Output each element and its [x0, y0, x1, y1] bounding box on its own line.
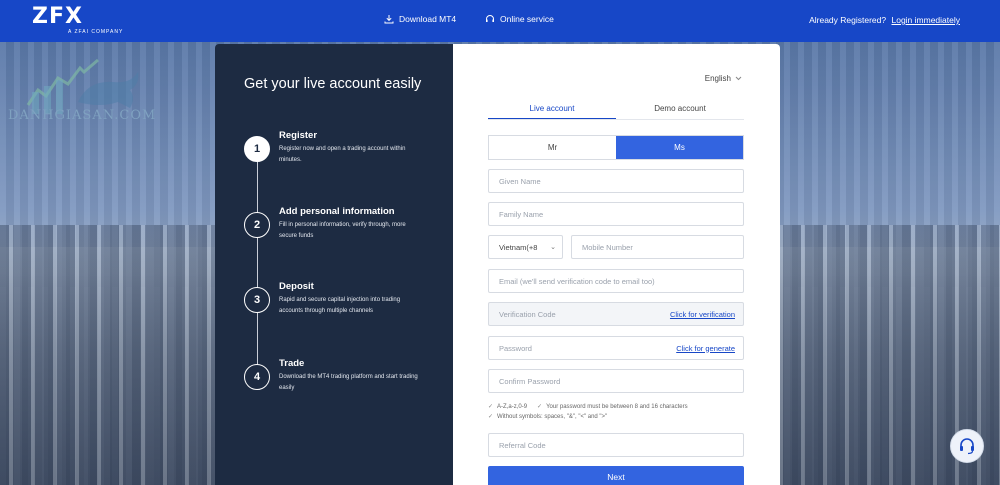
logo-mark: ZFX — [32, 4, 83, 29]
salutation-toggle: Mr Ms — [488, 135, 744, 160]
verification-code-field[interactable]: Verification Code Click for verification — [488, 302, 744, 326]
steps-heading: Get your live account easily — [244, 76, 422, 92]
hint-symbols: ✓ Without symbols: spaces, "&", "<" and "… — [488, 412, 607, 422]
tab-live-account[interactable]: Live account — [488, 102, 616, 119]
family-name-field[interactable]: Family Name — [488, 202, 744, 226]
registration-form-panel: English Live account Demo account Mr Ms … — [453, 44, 780, 485]
salutation-mr-option[interactable]: Mr — [489, 136, 616, 159]
given-name-placeholder: Given Name — [499, 176, 541, 186]
step-number: 4 — [244, 364, 270, 390]
country-code-value: Vietnam(+8 — [499, 242, 538, 252]
mobile-number-placeholder: Mobile Number — [582, 242, 633, 252]
chevron-down-icon: ⌄ — [550, 244, 556, 251]
email-field[interactable]: Email (we'll send verification code to e… — [488, 269, 744, 293]
step-description: Download the MT4 trading platform and st… — [279, 374, 418, 391]
family-name-placeholder: Family Name — [499, 209, 544, 219]
referral-code-field[interactable]: Referral Code — [488, 433, 744, 457]
step-title: Add personal information — [279, 206, 395, 217]
step-title: Trade — [279, 358, 305, 369]
tab-demo-account[interactable]: Demo account — [616, 102, 744, 119]
chevron-down-icon — [735, 76, 742, 81]
step-number: 2 — [244, 212, 270, 238]
salutation-ms-option[interactable]: Ms — [616, 136, 743, 159]
hint-symbols-text: Without symbols: spaces, "&", "<" and ">… — [497, 414, 608, 420]
online-service-label: Online service — [500, 14, 554, 24]
password-hints: ✓ A-Z,a-z,0-9 ✓ Your password must be betw… — [488, 402, 748, 422]
step-description: Register now and open a trading account … — [279, 146, 406, 163]
password-placeholder: Password — [499, 343, 532, 353]
step-title: Register — [279, 130, 318, 141]
language-label: English — [704, 74, 731, 83]
check-icon: ✓ — [488, 404, 494, 410]
already-registered: Already Registered? Login immediately — [809, 15, 960, 25]
mobile-number-field[interactable]: Mobile Number — [571, 235, 744, 259]
support-chat-button[interactable] — [950, 429, 984, 463]
confirm-password-field[interactable]: Confirm Password — [488, 369, 744, 393]
hint-length: ✓ Your password must be between 8 and 16 … — [537, 402, 688, 412]
step-number: 3 — [244, 287, 270, 313]
click-for-verification-link[interactable]: Click for verification — [670, 310, 735, 319]
step-number: 1 — [244, 136, 270, 162]
check-icon: ✓ — [537, 404, 543, 410]
logo-subtitle: A ZFAI COMPANY — [68, 29, 124, 35]
download-icon — [384, 15, 394, 24]
online-service-link[interactable]: Online service — [485, 14, 554, 24]
confirm-password-placeholder: Confirm Password — [499, 376, 561, 386]
headset-icon — [960, 438, 974, 455]
click-for-generate-link[interactable]: Click for generate — [676, 344, 735, 353]
verification-code-placeholder: Verification Code — [499, 309, 556, 319]
steps-connector-line — [257, 146, 258, 378]
download-mt4-label: Download MT4 — [399, 14, 457, 24]
steps-panel: Get your live account easily 1 Register … — [215, 44, 453, 485]
hint-charset-text: A-Z,a-z,0-9 — [497, 404, 528, 410]
next-button[interactable]: Next — [488, 466, 744, 485]
top-navigation-bar: ZFX A ZFAI COMPANY Download MT4 Online s… — [0, 0, 1000, 42]
hint-length-text: Your password must be between 8 and 16 c… — [546, 404, 688, 410]
given-name-field[interactable]: Given Name — [488, 169, 744, 193]
zfx-logo[interactable]: ZFX A ZFAI COMPANY — [32, 6, 127, 36]
password-field[interactable]: Password Click for generate — [488, 336, 744, 360]
already-registered-text: Already Registered? — [809, 15, 887, 25]
check-icon: ✓ — [488, 414, 494, 420]
step-description: Rapid and secure capital injection into … — [279, 297, 401, 314]
step-description: Fill in personal information, verify thr… — [279, 222, 406, 239]
step-title: Deposit — [279, 281, 314, 292]
watermark-text: DANHGIASAN.COM — [8, 108, 157, 123]
language-selector[interactable]: English — [705, 74, 742, 83]
account-type-tabs: Live account Demo account — [488, 102, 744, 120]
download-mt4-link[interactable]: Download MT4 — [384, 14, 456, 24]
headset-icon — [486, 15, 494, 22]
email-placeholder: Email (we'll send verification code to e… — [499, 276, 655, 286]
referral-code-placeholder: Referral Code — [499, 440, 546, 450]
country-code-select[interactable]: Vietnam(+8 ⌄ — [488, 235, 563, 259]
login-link[interactable]: Login immediately — [891, 15, 960, 25]
hint-charset: ✓ A-Z,a-z,0-9 — [488, 402, 527, 412]
